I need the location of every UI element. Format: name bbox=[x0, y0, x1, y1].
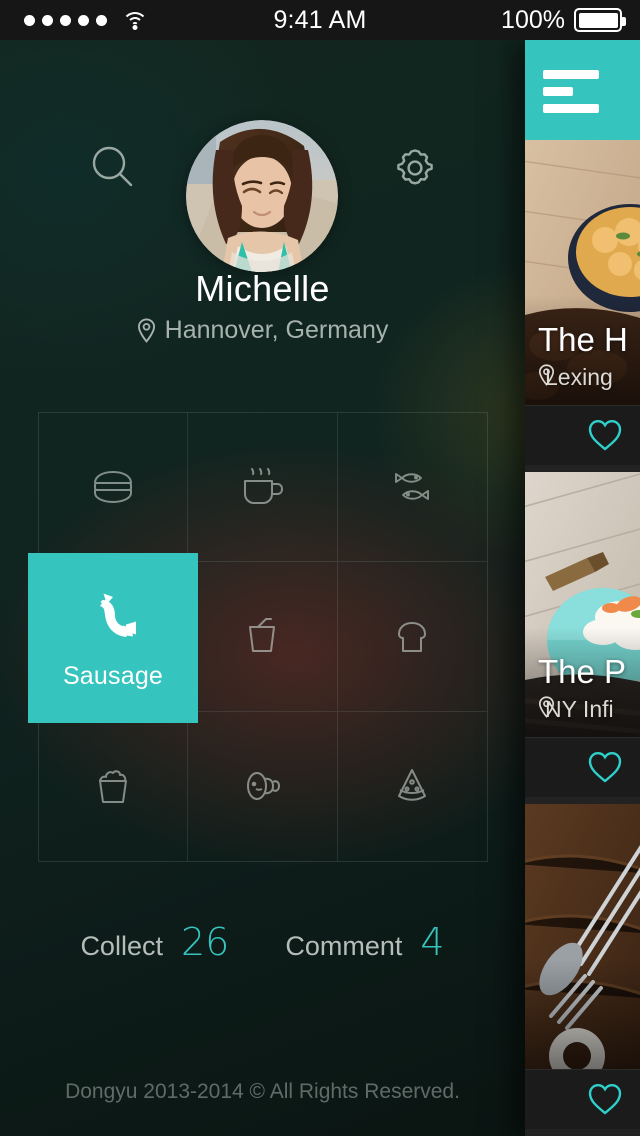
stat-collect-value: 26 bbox=[180, 920, 230, 964]
stat-collect-label: Collect bbox=[80, 931, 163, 961]
stat-comment-value: 4 bbox=[420, 920, 445, 964]
gear-icon[interactable] bbox=[385, 138, 445, 198]
avatar[interactable] bbox=[186, 120, 338, 272]
stat-collect[interactable]: Collect 26 bbox=[80, 920, 229, 964]
profile-location-label: Hannover, Germany bbox=[164, 316, 389, 344]
search-icon[interactable] bbox=[83, 138, 143, 198]
category-cell-pizza[interactable] bbox=[338, 712, 487, 861]
card-image bbox=[525, 804, 640, 1069]
list-item[interactable]: The P NY Infi bbox=[525, 472, 640, 797]
content-drawer[interactable]: The H Lexing The P NY Infi bbox=[525, 40, 640, 1136]
card-location: Lexing bbox=[538, 364, 613, 391]
category-cell-popcorn[interactable] bbox=[39, 711, 189, 861]
app-screen: 9:41 AM 100% Michelle Hannover, Germany … bbox=[0, 0, 640, 1136]
map-pin-icon bbox=[137, 318, 156, 343]
sausage-icon bbox=[82, 586, 144, 648]
card-location: NY Infi bbox=[538, 696, 614, 723]
stat-comment[interactable]: Comment 4 bbox=[285, 920, 444, 964]
card-location-label: Lexing bbox=[545, 364, 613, 390]
battery-percent: 100% bbox=[501, 5, 565, 34]
card-gradient-overlay bbox=[525, 959, 640, 1069]
status-bar: 9:41 AM 100% bbox=[0, 0, 640, 40]
card-footer bbox=[525, 405, 640, 465]
card-image: The H Lexing bbox=[525, 140, 640, 405]
category-cell-ham[interactable] bbox=[188, 711, 338, 861]
card-footer bbox=[525, 1069, 640, 1129]
category-cell-coffee[interactable] bbox=[188, 413, 338, 563]
category-cell-sausage-selected[interactable]: Sausage bbox=[28, 553, 198, 723]
category-cell-drink[interactable] bbox=[188, 562, 338, 712]
drink-icon bbox=[236, 610, 288, 662]
category-cell-burger[interactable] bbox=[39, 413, 189, 563]
fish-icon bbox=[386, 461, 438, 513]
category-cell-fish[interactable] bbox=[337, 413, 487, 563]
stats-row: Collect 26 Comment 4 bbox=[0, 920, 525, 964]
category-cell-sausage-label: Sausage bbox=[62, 661, 164, 690]
coffee-icon bbox=[236, 461, 288, 513]
hamburger-menu-icon[interactable] bbox=[543, 70, 599, 121]
pizza-icon bbox=[386, 760, 438, 812]
card-image: The P NY Infi bbox=[525, 472, 640, 737]
profile-location: Hannover, Germany bbox=[0, 316, 525, 345]
page-title: Michelle bbox=[195, 268, 330, 309]
battery-full-icon bbox=[574, 8, 626, 32]
drawer-header[interactable] bbox=[525, 40, 640, 140]
card-title: The H bbox=[538, 321, 628, 358]
list-item[interactable] bbox=[525, 804, 640, 1129]
category-cell-bread[interactable] bbox=[337, 562, 487, 712]
heart-outline-icon[interactable] bbox=[587, 418, 623, 452]
heart-outline-icon[interactable] bbox=[587, 750, 623, 784]
stat-comment-label: Comment bbox=[285, 931, 403, 961]
copyright-footer: Dongyu 2013-2014 © All Rights Reserved. bbox=[65, 1080, 460, 1103]
card-title: The P bbox=[538, 653, 627, 690]
card-location-label: NY Infi bbox=[545, 696, 614, 722]
card-footer bbox=[525, 737, 640, 797]
popcorn-icon bbox=[87, 760, 139, 812]
status-bar-right: 100% bbox=[501, 5, 626, 35]
ham-icon bbox=[236, 760, 288, 812]
burger-icon bbox=[87, 461, 139, 513]
heart-outline-icon[interactable] bbox=[587, 1082, 623, 1116]
bread-icon bbox=[386, 610, 438, 662]
list-item[interactable]: The H Lexing bbox=[525, 140, 640, 465]
